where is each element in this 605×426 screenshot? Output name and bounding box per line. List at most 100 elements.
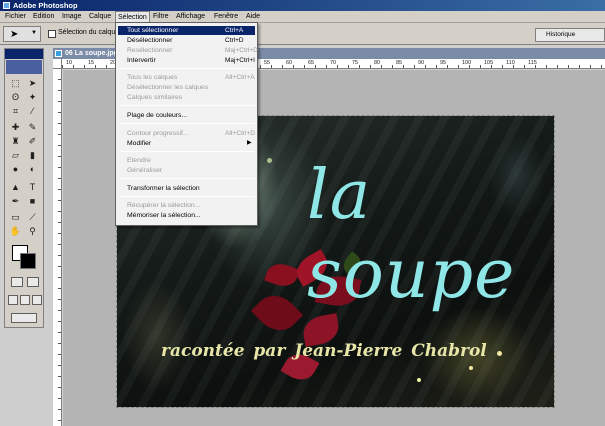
menu-item-deselect-layers[interactable]: Désélectionner les calques	[118, 83, 255, 92]
menu-item-color-range[interactable]: Plage de couleurs...	[118, 111, 255, 120]
menu-item-load-selection[interactable]: Récupérer la sélection...	[118, 201, 255, 210]
menu-item-similar[interactable]: Généraliser	[118, 166, 255, 175]
hand-icon[interactable]: ✋	[8, 225, 23, 237]
crop-icon[interactable]: ⌗	[8, 105, 23, 117]
auto-select-layer-label: Sélection du calque	[58, 29, 120, 36]
menu-item-shortcut: Ctrl+A	[225, 27, 244, 34]
ruler-number: 85	[396, 60, 403, 66]
path-selection-icon[interactable]: ▲	[8, 181, 23, 193]
magic-wand-icon[interactable]: ✦	[25, 91, 40, 103]
clone-stamp-icon[interactable]: ♜	[8, 135, 23, 147]
menu-item-shortcut: Maj+Ctrl+I	[225, 57, 255, 64]
adobe-logo-icon[interactable]	[6, 60, 42, 74]
screen-mode-standard-button[interactable]	[8, 295, 18, 305]
window-title: Adobe Photoshop	[13, 1, 78, 10]
menu-item-label: Modifier	[127, 140, 152, 147]
ruler-number: 95	[440, 60, 447, 66]
move-icon[interactable]: ➤	[25, 77, 40, 89]
marquee-icon[interactable]: ⬚	[8, 77, 23, 89]
photoshop-app-icon	[3, 2, 10, 9]
document-icon	[55, 50, 62, 57]
menu-item-shortcut: Alt+Ctrl+A	[225, 74, 255, 81]
zoom-icon[interactable]: ⚲	[25, 225, 40, 237]
screen-mode-menu-button[interactable]	[20, 295, 30, 305]
auto-select-layer-checkbox[interactable]	[48, 30, 56, 38]
move-tool-icon: ➤	[10, 29, 19, 40]
palette-well-history-tab[interactable]: Historique	[535, 28, 605, 42]
brush-icon[interactable]: ✎	[25, 121, 40, 133]
ruler-number: 75	[352, 60, 359, 66]
gradient-icon[interactable]: ▮	[25, 149, 40, 161]
background-color-swatch[interactable]	[20, 253, 36, 269]
ruler-number: 80	[374, 60, 381, 66]
ruler-number: 110	[506, 60, 515, 66]
slice-icon[interactable]: ⁄	[25, 105, 40, 117]
menu-item-save-selection[interactable]: Mémoriser la sélection...	[118, 211, 255, 220]
menu-item-deselect[interactable]: Désélectionner Ctrl+D	[118, 36, 255, 45]
menu-item-inverse[interactable]: Intervertir Maj+Ctrl+I	[118, 56, 255, 65]
image-subtitle-text: racontée par Jean-Pierre Chabrol	[161, 341, 487, 361]
menu-item-label: Tous les calques	[127, 74, 178, 81]
shape-icon[interactable]: ■	[25, 195, 40, 207]
bokeh-dot	[497, 351, 502, 356]
toolbox-panel: ⬚ ➤ ʘ ✦ ⌗ ⁄ ✚ ✎ ♜ ✐ ▱ ▮ ● ◐ ▲ T ✒ ■ ▭ ⟋ …	[4, 48, 44, 328]
eraser-icon[interactable]: ▱	[8, 149, 23, 161]
submenu-arrow-icon: ▶	[247, 140, 252, 146]
dodge-icon[interactable]: ◐	[25, 163, 40, 175]
document-title: 06 La soupe.jpg	[65, 50, 118, 57]
menu-item-select-all[interactable]: Tout sélectionner Ctrl+A	[118, 26, 255, 35]
menu-item-feather[interactable]: Contour progressif... Alt+Ctrl+D	[118, 129, 255, 138]
blur-icon[interactable]: ●	[8, 163, 23, 175]
menu-bar: Fichier Edition Image Calque Sélection F…	[0, 11, 605, 24]
menu-item-all-layers[interactable]: Tous les calques Alt+Ctrl+A	[118, 73, 255, 82]
menu-item-shortcut: Alt+Ctrl+D	[225, 130, 255, 137]
menu-item-reselect[interactable]: Resélectionner Maj+Ctrl+D	[118, 46, 258, 55]
menu-item-shortcut: Ctrl+D	[225, 37, 244, 44]
history-brush-icon[interactable]: ✐	[25, 135, 40, 147]
menu-item-modify[interactable]: Modifier ▶	[118, 139, 255, 148]
menu-item-label: Désélectionner les calques	[127, 84, 209, 91]
menu-separator	[119, 196, 255, 197]
menu-item-similar-layers[interactable]: Calques similaires	[118, 93, 255, 102]
menu-item-shortcut: Maj+Ctrl+D	[225, 47, 258, 54]
ruler-number: 115	[528, 60, 537, 66]
menu-separator	[119, 68, 255, 69]
toolbox-header	[5, 49, 43, 59]
tool-preset-picker[interactable]: ➤ ▼	[3, 26, 41, 42]
lasso-icon[interactable]: ʘ	[8, 91, 23, 103]
menu-image[interactable]: Image	[60, 11, 83, 23]
menu-item-label: Intervertir	[127, 57, 156, 64]
menu-item-label: Généraliser	[127, 167, 163, 174]
ruler-number: 60	[286, 60, 293, 66]
vertical-ruler[interactable]	[53, 69, 62, 426]
menu-item-label: Transformer la sélection	[127, 185, 200, 192]
menu-item-label: Calques similaires	[127, 94, 183, 101]
ruler-number: 65	[308, 60, 315, 66]
menu-item-grow[interactable]: Etendre	[118, 156, 255, 165]
menu-item-transform-selection[interactable]: Transformer la sélection	[118, 184, 255, 193]
menu-item-label: Mémoriser la sélection...	[127, 212, 201, 219]
ruler-number: 90	[418, 60, 425, 66]
notes-icon[interactable]: ▭	[8, 211, 23, 223]
bokeh-dot	[417, 378, 421, 382]
type-icon[interactable]: T	[25, 181, 40, 193]
eyedropper-icon[interactable]: ⟋	[25, 211, 40, 223]
menu-item-label: Tout sélectionner	[127, 27, 179, 34]
options-bar: ➤ ▼ Sélection du calque Historique	[0, 23, 605, 45]
menu-edition[interactable]: Edition	[31, 11, 56, 23]
window-title-bar: Adobe Photoshop	[0, 0, 605, 11]
menu-calque[interactable]: Calque	[87, 11, 113, 23]
jump-to-imageready-button[interactable]	[11, 313, 37, 323]
menu-item-label: Désélectionner	[127, 37, 173, 44]
standard-mode-button[interactable]	[11, 277, 23, 287]
ruler-number: 100	[462, 60, 472, 66]
ruler-origin[interactable]	[53, 59, 62, 69]
menu-separator	[119, 151, 255, 152]
pen-icon[interactable]: ✒	[8, 195, 23, 207]
menu-item-label: Etendre	[127, 157, 151, 164]
menu-separator	[119, 178, 255, 179]
quick-mask-button[interactable]	[27, 277, 39, 287]
healing-brush-icon[interactable]: ✚	[8, 121, 23, 133]
menu-fichier[interactable]: Fichier	[3, 11, 28, 23]
screen-mode-full-button[interactable]	[32, 295, 42, 305]
